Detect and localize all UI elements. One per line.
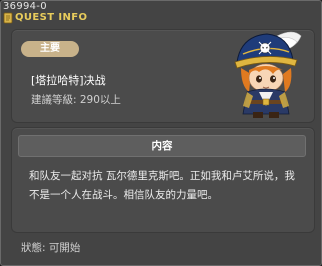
window-title: QUEST INFO bbox=[15, 12, 88, 23]
quest-status: 狀態: 可開始 bbox=[21, 242, 81, 254]
quest-name: [塔拉哈特]决战 bbox=[31, 74, 106, 87]
quest-info-window: 36994-0 QUEST INFO 主要 [塔拉哈特]决战 建議等級: 290… bbox=[0, 0, 322, 266]
recommended-level: 建議等級: 290以上 bbox=[31, 94, 121, 106]
pirate-captain-character bbox=[234, 31, 302, 118]
quest-type-badge: 主要 bbox=[21, 41, 79, 57]
quest-description: 和队友一起对抗 瓦尔德里克斯吧。正如我和卢艾所说，我不是一个人在战斗。相信队友的… bbox=[29, 170, 295, 201]
content-header: 内容 bbox=[18, 135, 306, 157]
scroll-icon bbox=[3, 12, 13, 24]
